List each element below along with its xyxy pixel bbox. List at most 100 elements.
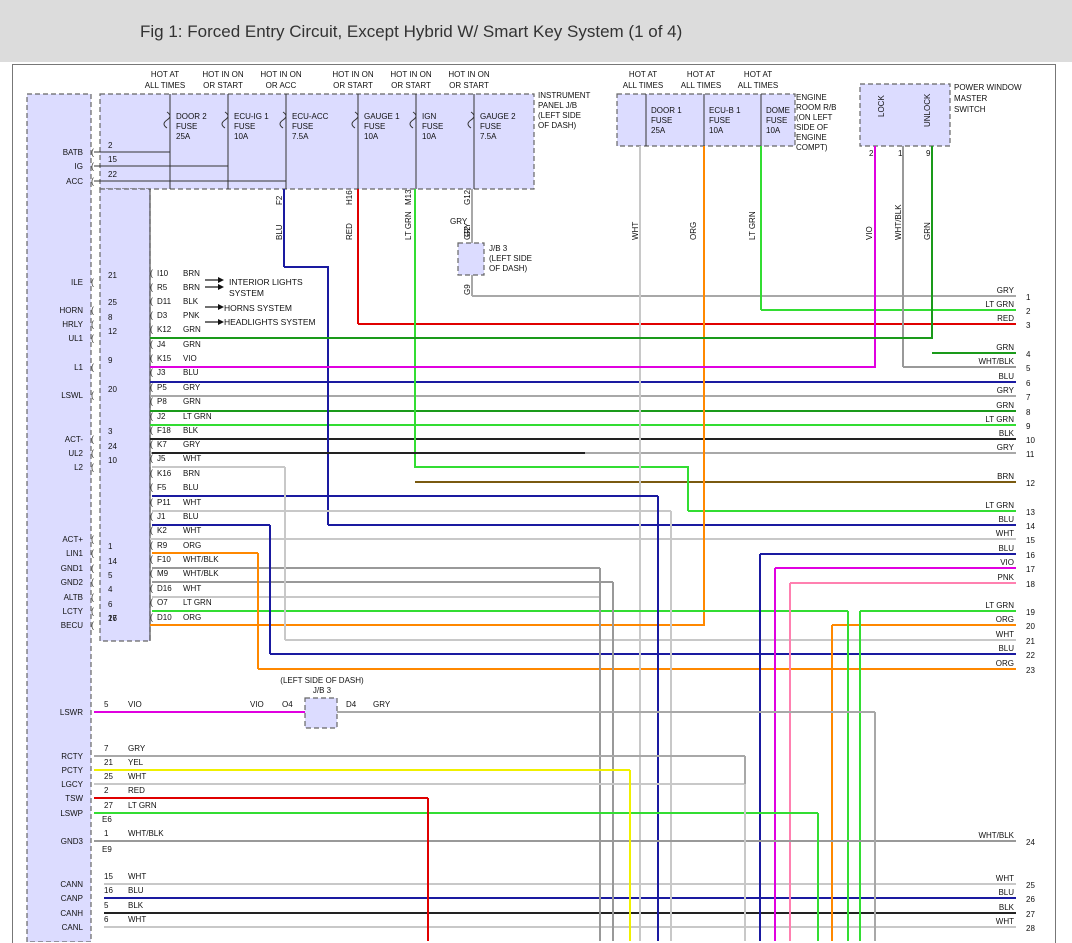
lower-pin-color-4: RED <box>128 786 145 795</box>
pw-label-1: MASTER <box>954 94 988 103</box>
ecu-pin-number-13: 1 <box>108 542 113 551</box>
ecu-pin-bracket-11: ( <box>91 462 94 472</box>
system-arrowhead-1 <box>218 284 224 290</box>
branch-conn-0: I10 <box>157 269 169 278</box>
lower-pin-label-7: CANN <box>60 880 83 889</box>
vwire-color-8: WHT/BLK <box>894 204 903 240</box>
right-wire-color-14: BLU <box>998 515 1014 524</box>
ecu-pin-bracket-3: ( <box>91 277 94 287</box>
right-wire-number-27: 27 <box>1026 910 1035 919</box>
jb-fuse-name-3: GAUGE 1 <box>364 112 400 121</box>
vwire-color-6: LT GRN <box>748 211 757 240</box>
ecu-pin-number-9: 3 <box>108 427 113 436</box>
ecu-pin-label-10: UL2 <box>68 449 83 458</box>
right-wire-color-12: BRN <box>997 472 1014 481</box>
jb-label-3: OF DASH) <box>538 121 577 130</box>
branch-color-10: LT GRN <box>183 412 212 421</box>
branch-conn-6: K15 <box>157 354 172 363</box>
er-header-l1-0: HOT AT <box>629 70 657 79</box>
branch-conn-7: J3 <box>157 368 166 377</box>
branch-color-1: BRN <box>183 283 200 292</box>
right-wire-number-24: 24 <box>1026 838 1035 847</box>
right-wire-color-9: LT GRN <box>985 415 1014 424</box>
right-wire-number-25: 25 <box>1026 881 1035 890</box>
lower-pin-color-9: BLK <box>128 901 144 910</box>
ecu-pin-label-13: LIN1 <box>66 549 83 558</box>
branch-conn-5: J4 <box>157 340 166 349</box>
ecu-pin-number-2: 22 <box>108 170 117 179</box>
right-wire-color-26: BLU <box>998 888 1014 897</box>
ecu-pin-bracket-10: ( <box>91 448 94 458</box>
ecu-pin-number-5: 8 <box>108 313 113 322</box>
branch-bracket-9: ( <box>150 396 153 406</box>
branch-color-9: GRN <box>183 397 201 406</box>
ecu-pin-label-1: IG <box>75 162 83 171</box>
lower-pin-label-9: CANH <box>60 909 83 918</box>
branch-bracket-7: ( <box>150 367 153 377</box>
lower-pin-label-6: GND3 <box>61 837 84 846</box>
branch-color-6: VIO <box>183 354 197 363</box>
lower-pin-num-6: 1 <box>104 829 109 838</box>
branch-conn-24: D10 <box>157 613 172 622</box>
right-wire-color-23: ORG <box>996 659 1014 668</box>
right-wire-number-19: 19 <box>1026 608 1035 617</box>
lower-pin-color-8: BLU <box>128 886 144 895</box>
jb-header-l2-4: OR START <box>391 81 431 90</box>
branch-conn-20: F10 <box>157 555 171 564</box>
vwire-code-2: M13 <box>404 189 413 205</box>
branch-color-17: BLU <box>183 512 199 521</box>
right-wire-number-2: 2 <box>1026 307 1031 316</box>
er-header-l1-2: HOT AT <box>744 70 772 79</box>
right-wire-color-1: GRY <box>997 286 1015 295</box>
right-wire-number-3: 3 <box>1026 321 1031 330</box>
lower-pin-color-2: YEL <box>128 758 144 767</box>
right-wire-number-28: 28 <box>1026 924 1035 933</box>
er-header-l2-1: ALL TIMES <box>681 81 721 90</box>
branch-bracket-16: ( <box>150 497 153 507</box>
branch-bracket-13: ( <box>150 453 153 463</box>
jb3-label-2: OF DASH) <box>489 264 528 273</box>
ecu-pin-number-3: 21 <box>108 271 117 280</box>
jb3b-title: (LEFT SIDE OF DASH) <box>280 676 364 685</box>
jb3b-name: J/B 3 <box>313 686 332 695</box>
er-fuse-word-0: FUSE <box>651 116 672 125</box>
lower-pin-color-3: WHT <box>128 772 146 781</box>
jb-label-0: INSTRUMENT <box>538 91 591 100</box>
ecu-pin-label-16: ALTB <box>64 593 83 602</box>
branch-color-13: WHT <box>183 454 201 463</box>
branch-bracket-4: ( <box>150 324 153 334</box>
pw-label-0: POWER WINDOW <box>954 83 1022 92</box>
jb-fuse-amp-0: 25A <box>176 132 191 141</box>
lower-pin-label-1: RCTY <box>61 752 83 761</box>
lower-pin-color-1: GRY <box>128 744 146 753</box>
instrument-panel-jb-box <box>99 93 535 190</box>
lower-pin-label-0: LSWR <box>60 708 83 717</box>
right-wire-color-6: BLU <box>998 372 1014 381</box>
lower-pin-label-8: CANP <box>61 894 83 903</box>
ecu-pin-number-14: 14 <box>108 557 117 566</box>
branch-color-19: ORG <box>183 541 201 550</box>
ecu-pin-bracket-5: ( <box>91 319 94 329</box>
branch-conn-10: J2 <box>157 412 166 421</box>
branch-bracket-6: ( <box>150 353 153 363</box>
right-wire-number-4: 4 <box>1026 350 1031 359</box>
er-label-4: ENGINE <box>796 133 827 142</box>
branch-bracket-22: ( <box>150 583 153 593</box>
jb-label-2: (LEFT SIDE <box>538 111 581 120</box>
right-wire-number-5: 5 <box>1026 364 1031 373</box>
jb-fuse-amp-3: 10A <box>364 132 379 141</box>
right-wire-color-4: GRN <box>996 343 1014 352</box>
ecu-pin-number-11: 10 <box>108 456 117 465</box>
branch-bracket-8: ( <box>150 382 153 392</box>
ecu-pin-bracket-4: ( <box>91 305 94 315</box>
vwire-color-9: GRN <box>923 222 932 240</box>
ecu-pin-number-4: 25 <box>108 298 117 307</box>
jb-header-l1-0: HOT AT <box>151 70 179 79</box>
jb-fuse-word-3: FUSE <box>364 122 385 131</box>
branch-color-5: GRN <box>183 340 201 349</box>
ecu-pin-bracket-9: ( <box>91 434 94 444</box>
right-wire-number-6: 6 <box>1026 379 1031 388</box>
ecu-pin-number-19: 26 <box>108 614 117 623</box>
right-wire-color-2: LT GRN <box>985 300 1014 309</box>
jb3-label-0: J/B 3 <box>489 244 508 253</box>
